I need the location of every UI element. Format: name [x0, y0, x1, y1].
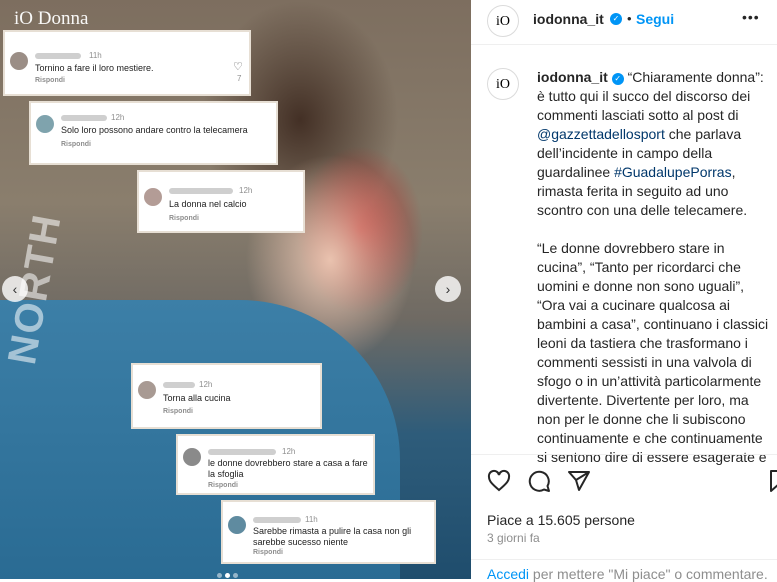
share-icon[interactable] — [567, 469, 591, 493]
caption-paragraph-2: “Le donne dovrebbero stare in cucina”, “… — [537, 240, 769, 465]
login-prompt-text: per mettere "Mi piace" o commentare. — [529, 566, 768, 582]
author-username[interactable]: iodonna_it — [533, 11, 604, 27]
likes-count[interactable]: Piace a 15.605 persone — [487, 512, 635, 528]
comment-text: La donna nel calcio — [169, 199, 247, 209]
bookmark-icon[interactable] — [767, 469, 777, 493]
reply-link: Rispondi — [169, 215, 199, 222]
commenter-username-blurred — [61, 115, 107, 121]
comment-icon[interactable] — [527, 469, 551, 493]
chevron-right-icon[interactable]: › — [435, 276, 461, 302]
more-options-icon[interactable]: ••• — [742, 9, 760, 25]
commenter-avatar — [144, 188, 162, 206]
separator-dot: • — [627, 11, 632, 26]
commenter-avatar — [36, 115, 54, 133]
comment-text: Tornino a fare il loro mestiere. — [35, 63, 154, 73]
divider — [471, 559, 777, 560]
post-sidebar: iO iodonna_it ✓ • Segui ••• iO iodonna_i… — [471, 0, 777, 582]
overlay-comment: 11h Sarebbe rimasta a pulire la casa non… — [221, 500, 436, 564]
commenter-avatar — [10, 52, 28, 70]
heart-icon: ♡ — [233, 61, 243, 73]
verified-badge-icon: ✓ — [611, 73, 624, 85]
post-date[interactable]: 3 giorni fa — [487, 531, 540, 545]
reply-link: Rispondi — [163, 408, 193, 415]
carousel-dot — [217, 573, 222, 578]
post-header: iO iodonna_it ✓ • Segui ••• — [471, 0, 777, 45]
carousel-dot-active — [225, 573, 230, 578]
reply-link: Rispondi — [61, 141, 91, 148]
heart-icon[interactable] — [487, 469, 511, 493]
comment-like-count: 7 — [237, 74, 242, 83]
overlay-comment: 12h Torna alla cucina Rispondi — [131, 363, 322, 429]
commenter-avatar — [138, 381, 156, 399]
overlay-comment: 12h le donne dovrebbero stare a casa a f… — [176, 434, 375, 495]
overlay-comment: 11h Tornino a fare il loro mestiere. Ris… — [3, 30, 251, 96]
commenter-username-blurred — [169, 188, 233, 194]
comment-time: 12h — [199, 380, 213, 389]
post-actions: Piace a 15.605 persone 3 giorni fa Acced… — [471, 454, 777, 582]
overlay-comment: 12h La donna nel calcio Rispondi — [137, 170, 305, 233]
comment-text: Torna alla cucina — [163, 393, 231, 403]
commenter-username-blurred — [208, 449, 276, 455]
login-prompt: Accedi per mettere "Mi piace" o commenta… — [487, 566, 768, 582]
mention-link[interactable]: @gazzettadellosport — [537, 126, 665, 142]
caption-author-avatar[interactable]: iO — [487, 68, 519, 100]
commenter-avatar — [228, 516, 246, 534]
follow-button[interactable]: Segui — [636, 11, 674, 27]
comment-time: 11h — [305, 515, 318, 524]
chevron-left-icon[interactable]: ‹ — [2, 276, 28, 302]
hashtag-link[interactable]: #GuadalupePorras — [614, 164, 732, 180]
reply-link: Rispondi — [35, 77, 65, 84]
carousel-dots — [217, 565, 241, 579]
commenter-username-blurred — [163, 382, 195, 388]
comment-time: 11h — [89, 51, 102, 60]
verified-badge-icon: ✓ — [610, 13, 622, 25]
image-logo: iO Donna — [14, 8, 89, 29]
overlay-comment: 12h Solo loro possono andare contro la t… — [29, 101, 278, 165]
commenter-username-blurred — [253, 517, 301, 523]
comment-text: Solo loro possono andare contro la telec… — [61, 125, 248, 135]
login-link[interactable]: Accedi — [487, 566, 529, 582]
post-caption: iodonna_it ✓ “Chiaramente donna”: è tutt… — [537, 68, 771, 486]
reply-link: Rispondi — [253, 549, 283, 556]
comment-time: 12h — [239, 186, 253, 195]
commenter-username-blurred — [35, 53, 81, 59]
comment-text: Sarebbe rimasta a pulire la casa non gli… — [253, 526, 412, 547]
reply-link: Rispondi — [208, 482, 238, 489]
commenter-avatar — [183, 448, 201, 466]
author-avatar[interactable]: iO — [487, 5, 519, 37]
comment-time: 12h — [282, 447, 296, 456]
caption-username[interactable]: iodonna_it — [537, 69, 608, 85]
caption-paragraph-1: iodonna_it ✓ “Chiaramente donna”: è tutt… — [537, 68, 771, 220]
comment-time: 12h — [111, 113, 125, 122]
post-image: NORTH iO Donna 11h Tornino a fare il lor… — [0, 0, 471, 579]
carousel-dot — [233, 573, 238, 578]
comment-text: le donne dovrebbero stare a casa a fare … — [208, 458, 368, 479]
